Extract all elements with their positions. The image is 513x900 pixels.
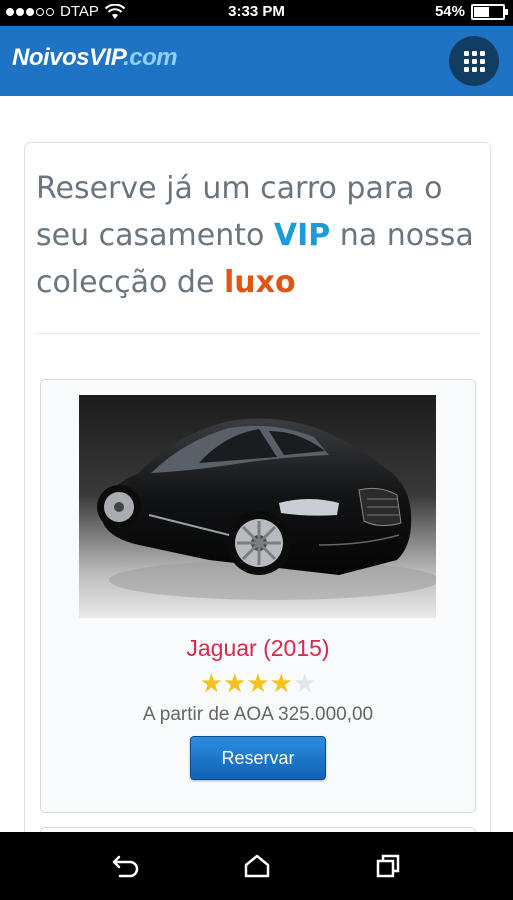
battery-status: 54% (434, 3, 508, 20)
battery-icon (471, 3, 508, 20)
star-rating: ★★★★★ (41, 668, 475, 699)
headline-luxo: luxo (223, 265, 296, 300)
app-header: NoivosVIP.com (0, 26, 513, 96)
car-photo[interactable] (79, 395, 436, 618)
hero-headline: Reserve já um carro para o seu casamento… (36, 165, 486, 306)
star-filled-icon: ★ (223, 668, 247, 698)
star-filled-icon: ★ (199, 668, 224, 698)
android-nav-bar (0, 832, 513, 900)
logo-main: NoivosVIP (12, 44, 124, 71)
star-filled-icon: ★ (246, 668, 270, 698)
car-price: A partir de AOA 325.000,00 (142, 704, 374, 725)
main-content[interactable]: Reserve já um carro para o seu casamento… (0, 96, 513, 832)
hero-panel: Reserve já um carro para o seu casamento… (24, 142, 491, 832)
menu-button[interactable] (449, 36, 499, 86)
app-logo[interactable]: NoivosVIP.com (12, 44, 178, 72)
grid-icon (463, 50, 485, 72)
star-filled-icon: ★ (269, 668, 293, 698)
divider (35, 333, 480, 334)
car-title[interactable]: Jaguar (2015) (41, 635, 475, 662)
home-icon[interactable] (243, 853, 271, 879)
star-empty-icon: ★ (292, 668, 317, 698)
status-bar: DTAP 3:33 PM 54% (0, 0, 513, 26)
recents-icon[interactable] (374, 853, 402, 879)
headline-vip: VIP (273, 218, 331, 253)
car-card: Jaguar (2015) ★★★★★ A partir de AOA 325.… (40, 379, 476, 813)
reserve-button[interactable]: Reservar (190, 736, 326, 780)
logo-tld: .com (123, 44, 178, 71)
battery-percent: 54% (434, 3, 465, 20)
back-icon[interactable] (111, 853, 141, 879)
